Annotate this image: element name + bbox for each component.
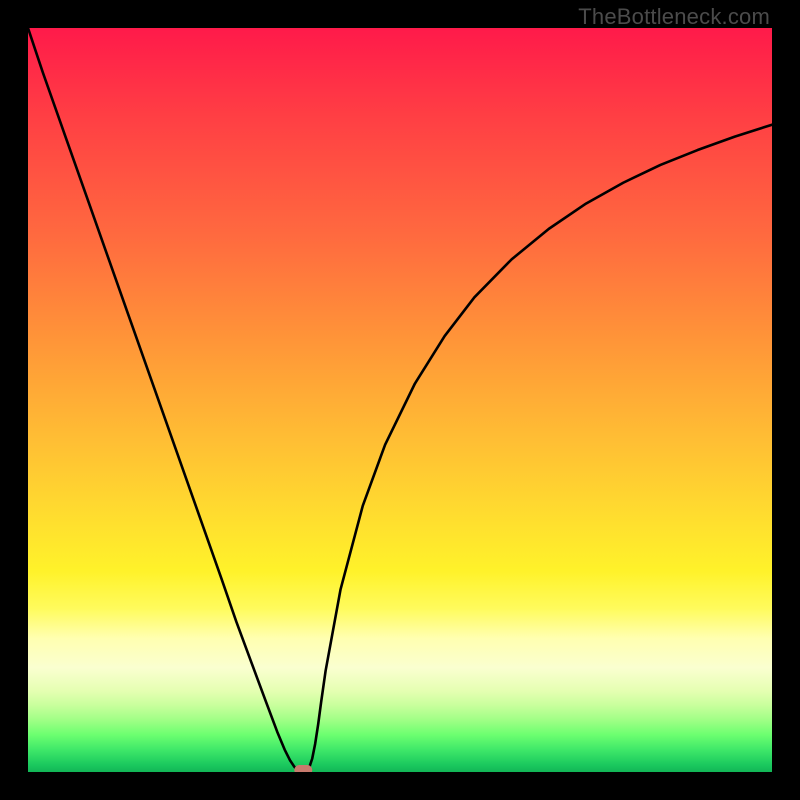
bottleneck-curve [28, 28, 772, 772]
curve-path [28, 28, 772, 772]
plot-area [28, 28, 772, 772]
optimum-marker [294, 765, 312, 772]
chart-frame: TheBottleneck.com [0, 0, 800, 800]
attribution-label: TheBottleneck.com [578, 4, 770, 30]
